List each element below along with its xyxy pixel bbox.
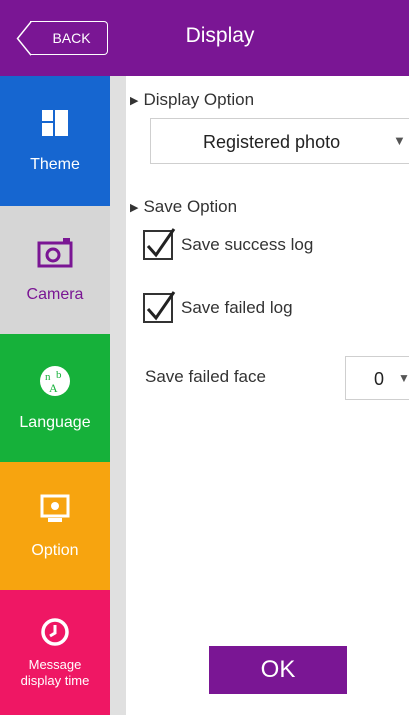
display-option-title: Display Option xyxy=(143,90,255,109)
back-button-label: BACK xyxy=(52,30,91,46)
save-failed-face-select[interactable]: 0 ▼ xyxy=(345,356,409,400)
sidebar-item-theme[interactable]: Theme xyxy=(0,76,110,206)
check-mark-icon xyxy=(146,291,176,321)
page-title: Display xyxy=(185,24,255,47)
sidebar-item-label: Language xyxy=(19,414,91,431)
save-option-heading: ▶ Save Option xyxy=(130,197,237,217)
sidebar-item-option[interactable]: Option xyxy=(0,462,110,590)
save-failed-log-label: Save failed log xyxy=(181,298,293,317)
theme-icon xyxy=(40,106,70,140)
sidebar-divider xyxy=(110,76,126,715)
display-option-heading: ▶ Display Option xyxy=(130,90,254,110)
checkbox-box[interactable] xyxy=(143,228,176,260)
save-option-title: Save Option xyxy=(143,197,238,216)
svg-text:b: b xyxy=(56,369,62,381)
dropdown-arrow-icon: ▼ xyxy=(393,133,406,148)
svg-text:A: A xyxy=(49,381,58,395)
sidebar-item-message-display-time[interactable]: Message display time xyxy=(0,590,110,715)
sidebar-item-camera[interactable]: Camera xyxy=(0,206,110,334)
checkbox-box[interactable] xyxy=(143,291,176,323)
language-icon: n b A xyxy=(39,364,71,398)
sidebar-item-language[interactable]: n b A Language xyxy=(0,334,110,462)
header-bar: BACK Display xyxy=(0,0,409,76)
camera-icon xyxy=(37,236,73,270)
save-failed-face-value: 0 xyxy=(374,369,385,389)
expand-triangle-icon: ▶ xyxy=(130,201,139,214)
expand-triangle-icon: ▶ xyxy=(130,94,139,107)
save-failed-face-label: Save failed face xyxy=(145,367,266,386)
save-failed-log-checkbox[interactable]: Save failed log xyxy=(143,291,293,323)
ok-button[interactable]: OK xyxy=(209,646,347,694)
sidebar-item-label: Theme xyxy=(30,156,80,173)
sidebar-item-label: Camera xyxy=(26,286,84,303)
sidebar-item-label: Message display time xyxy=(20,657,90,688)
save-success-log-label: Save success log xyxy=(181,235,314,254)
sidebar: Theme Camera n b A Language Option Messa… xyxy=(0,76,110,715)
back-arrow-icon xyxy=(16,20,32,56)
display-option-value: Registered photo xyxy=(203,132,341,152)
sidebar-item-label: Option xyxy=(31,542,79,559)
dropdown-arrow-icon: ▼ xyxy=(398,371,409,385)
option-icon xyxy=(40,492,70,526)
clock-icon xyxy=(40,615,70,649)
back-button[interactable]: BACK xyxy=(16,20,108,56)
display-option-dropdown[interactable]: Registered photo ▼ xyxy=(150,118,409,164)
check-mark-icon xyxy=(146,228,176,258)
save-success-log-checkbox[interactable]: Save success log xyxy=(143,228,314,260)
